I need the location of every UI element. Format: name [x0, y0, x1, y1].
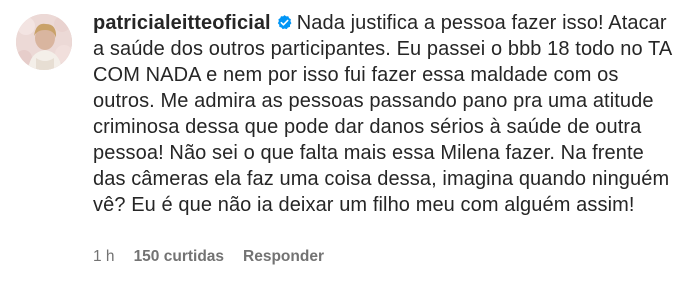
username-link[interactable]: patricialeitteoficial [93, 12, 271, 34]
reply-button[interactable]: Responder [243, 248, 324, 266]
comment-meta: 1 h 150 curtidas Responder [93, 248, 324, 266]
comment-content: patricialeitteoficial Nada justifica a pe… [93, 10, 678, 218]
avatar-photo [16, 14, 72, 70]
avatar[interactable] [16, 14, 72, 70]
comment-text: Nada justifica a pessoa fazer isso! Atac… [93, 12, 672, 216]
comment: patricialeitteoficial Nada justifica a pe… [0, 0, 692, 284]
likes-count[interactable]: 150 curtidas [134, 248, 224, 266]
comment-body: patricialeitteoficial Nada justifica a pe… [93, 10, 678, 218]
verified-badge-icon [277, 15, 292, 30]
timestamp[interactable]: 1 h [93, 248, 115, 266]
